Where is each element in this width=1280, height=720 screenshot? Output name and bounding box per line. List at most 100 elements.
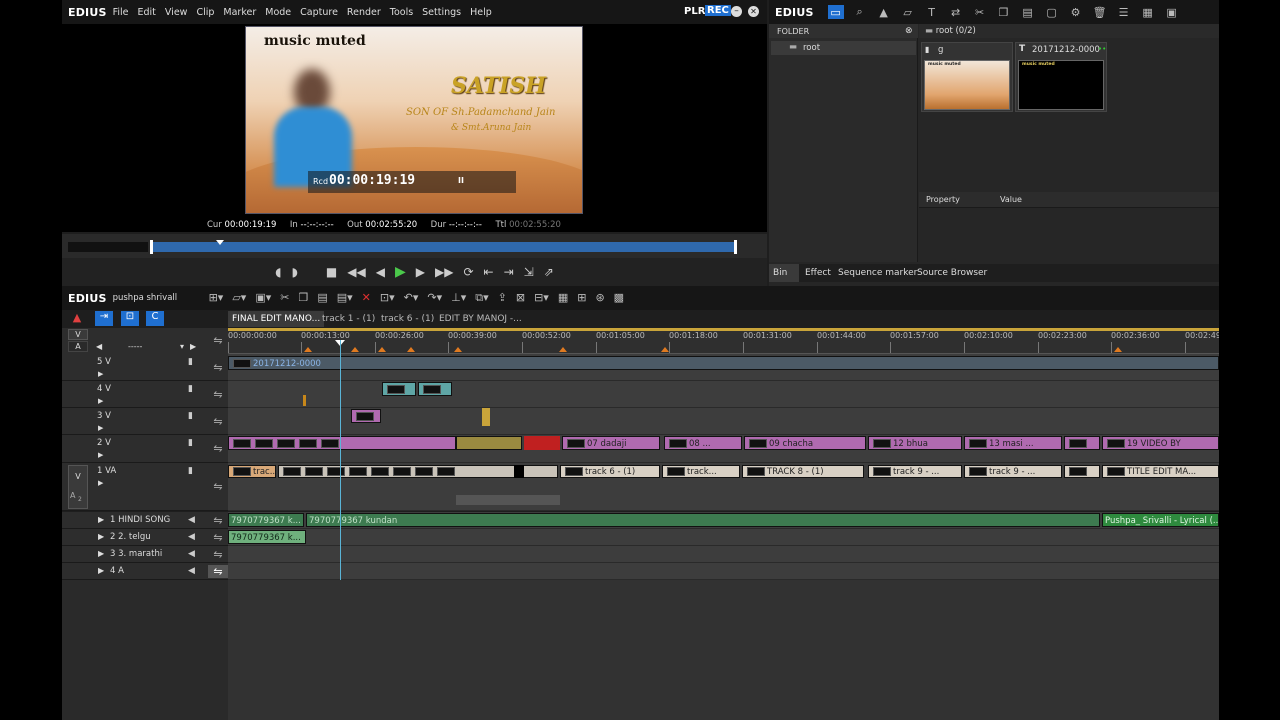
speaker-icon[interactable]: ◀ (188, 515, 195, 525)
sequence-marker[interactable] (304, 347, 312, 352)
timeline-ruler[interactable]: 00:00:00:00 00:00:13:00 00:00:26:00 00:00:3… (228, 328, 1219, 354)
lane-4v[interactable] (228, 381, 1219, 408)
paste-icon[interactable]: ▤ (317, 291, 327, 305)
scrub-out-handle[interactable] (734, 240, 737, 254)
expand-icon[interactable]: ▶ (98, 566, 104, 575)
expand-icon[interactable]: ▶ (98, 549, 104, 558)
sync-lock-icon[interactable]: ⊡ (121, 311, 139, 326)
speaker-icon[interactable]: ◀ (188, 532, 195, 542)
expand-icon[interactable]: ▶ (98, 370, 103, 378)
mixer-icon[interactable]: ▦ (558, 291, 568, 305)
clip-track9-a[interactable]: track 9 - ... (868, 465, 962, 478)
clip-20171212[interactable]: 20171212-0000 (228, 356, 1219, 370)
ripple-mode-icon[interactable]: C (146, 311, 164, 326)
seq-tab-track6[interactable]: track 6 - (1) (377, 311, 438, 327)
copy-icon[interactable]: ❐ (298, 291, 308, 305)
sequence-menu-icon[interactable]: ⊞▾ (209, 291, 224, 305)
lane-1va[interactable]: trac... track 6 - (1) track... TRACK 8 - (1… (228, 463, 1219, 511)
clip-12-bhua[interactable]: 12 bhua (868, 436, 962, 450)
seq-tab-track1[interactable]: track 1 - (1) (318, 311, 379, 327)
cut-icon[interactable]: ✂ (280, 291, 289, 305)
track-sync-icon[interactable]: ⇋ (208, 361, 228, 374)
rewind-icon[interactable]: ◀◀ (347, 265, 365, 279)
clip-title-edit[interactable]: TITLE EDIT MA... (1102, 465, 1219, 478)
step-back-icon[interactable]: ◀ (376, 265, 385, 279)
insert-icon[interactable]: ⇲ (524, 265, 534, 279)
show-in-player-icon[interactable]: ▢ (1044, 5, 1060, 19)
track-sync-icon-active[interactable]: ⇋ (208, 564, 228, 578)
monitor-icon[interactable]: ▮ (188, 466, 193, 476)
tab-source-browser[interactable]: Source Browser (917, 268, 987, 278)
redo-icon[interactable]: ↷▾ (427, 291, 442, 305)
prev-edit-icon[interactable]: ⇤ (484, 265, 494, 279)
undo-icon[interactable]: ↶▾ (404, 291, 419, 305)
expand-icon[interactable]: ▶ (98, 397, 103, 405)
delete-icon[interactable]: ✕ (362, 291, 371, 305)
clip-2v-pre[interactable] (228, 436, 456, 450)
paste-icon[interactable]: ▤ (1020, 5, 1036, 19)
expand-icon[interactable]: ▶ (98, 532, 104, 541)
track-sync-icon[interactable]: ⇋ (208, 531, 228, 544)
menu-capture[interactable]: Capture (300, 7, 338, 18)
menu-clip[interactable]: Clip (196, 7, 214, 18)
menu-mode[interactable]: Mode (265, 7, 291, 18)
clip-3v-a[interactable] (351, 409, 381, 423)
seq-tab-edit-by-manoj[interactable]: EDIT BY MANOJ -... (435, 311, 526, 327)
nav-left-icon[interactable]: ◀ (96, 342, 102, 351)
track-sync-icon[interactable]: ⇋ (208, 514, 228, 527)
expand-icon[interactable]: ▶ (98, 479, 103, 487)
clip-va-a[interactable]: trac... (228, 465, 276, 478)
folder-close-icon[interactable]: ⊗ (905, 26, 913, 36)
clip-a1-1[interactable]: 7970779367 k... (228, 513, 304, 527)
up-folder-icon[interactable]: ▲ (876, 5, 892, 19)
menu-help[interactable]: Help (470, 7, 492, 18)
tab-bin[interactable]: Bin (769, 264, 799, 282)
clip-07-dadaji[interactable]: 07 dadaji (562, 436, 660, 450)
sequence-marker[interactable] (454, 347, 462, 352)
save-icon[interactable]: ▣▾ (255, 291, 271, 305)
clip-a1-pushpa[interactable]: Pushpa_ Srivalli - Lyrical (... (1102, 513, 1219, 527)
sync-icon[interactable]: ⧉▾ (475, 291, 488, 305)
fast-forward-icon[interactable]: ▶▶ (435, 265, 453, 279)
bin-clip-1[interactable]: ▮ g music muted (921, 42, 1013, 112)
scrub-bar[interactable] (62, 234, 767, 258)
set-out-icon[interactable]: ◗ (292, 265, 298, 279)
clip-4v-a[interactable] (382, 382, 416, 396)
open-project-icon[interactable]: ▱▾ (232, 291, 246, 305)
close-icon[interactable]: ✕ (748, 6, 759, 17)
clip-08[interactable]: 08 ... (664, 436, 742, 450)
output-icon[interactable]: ⊠ (516, 291, 525, 305)
export-icon[interactable]: ⇗ (544, 265, 554, 279)
dropdown-arrow-icon[interactable]: ▾ (180, 342, 184, 351)
track-sync-icon[interactable]: ⇋ (208, 548, 228, 561)
monitor-icon[interactable]: ▮ (188, 384, 193, 394)
menu-view[interactable]: View (165, 7, 188, 18)
search-icon[interactable]: ⌕ (852, 5, 868, 19)
expand-icon[interactable]: ▶ (98, 451, 103, 459)
clip-track9-b[interactable]: track 9 - ... (964, 465, 1062, 478)
speaker-icon[interactable]: ◀ (188, 549, 195, 559)
open-folder-icon[interactable]: ▱ (900, 5, 916, 19)
menu-tools[interactable]: Tools (390, 7, 413, 18)
minimize-icon[interactable]: – (731, 6, 742, 17)
ripple-icon[interactable]: ⊡▾ (380, 291, 395, 305)
expand-icon[interactable]: ▶ (98, 515, 104, 524)
layout-icon[interactable]: ▩ (614, 291, 624, 305)
properties-icon[interactable]: ⚙ (1068, 5, 1084, 19)
set-in-icon[interactable]: ◖ (275, 265, 281, 279)
replace-icon[interactable]: ⇄ (948, 5, 964, 19)
lane-3v[interactable] (228, 408, 1219, 435)
menu-file[interactable]: File (113, 7, 129, 18)
audio-channel-button[interactable]: A (68, 341, 88, 352)
monitor-icon[interactable]: ▮ (188, 357, 193, 367)
sequence-marker[interactable] (407, 347, 415, 352)
clip-13-masi[interactable]: 13 masi ... (964, 436, 1062, 450)
clip-2v-x[interactable] (1064, 436, 1100, 450)
list-view-icon[interactable]: ☰ (1116, 5, 1132, 19)
rec-mode-button[interactable]: REC (705, 5, 731, 16)
render-icon[interactable]: ⇪ (498, 291, 507, 305)
insert-mode-icon[interactable]: ⇥ (95, 311, 113, 326)
copy-icon[interactable]: ❐ (996, 5, 1012, 19)
clip-2v-gold[interactable] (456, 436, 522, 450)
sequence-marker[interactable] (1114, 347, 1122, 352)
